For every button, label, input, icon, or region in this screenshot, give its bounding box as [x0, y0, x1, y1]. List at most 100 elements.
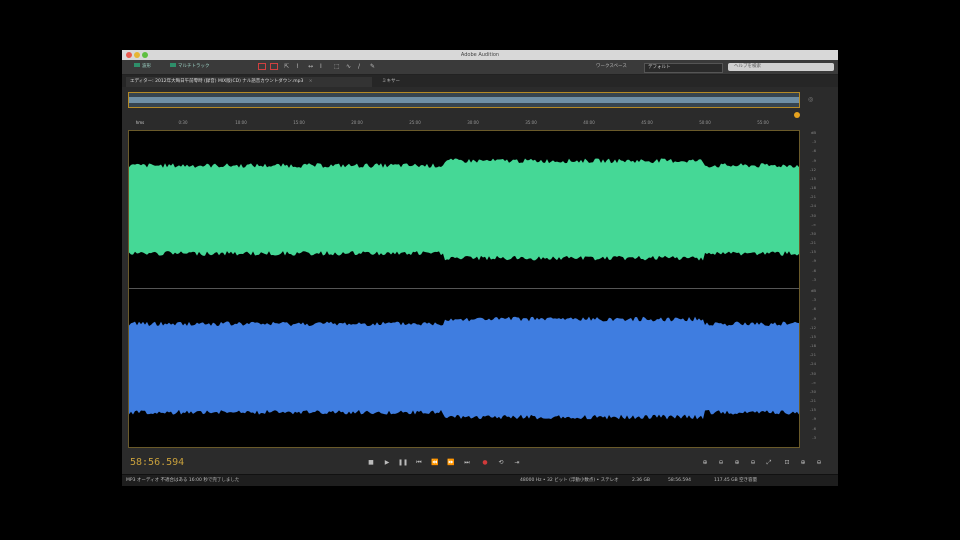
db-scale-label: -18 [809, 185, 816, 191]
db-scale-label: -21 [809, 352, 816, 358]
title-bar: Adobe Audition [122, 50, 838, 60]
brush-tool-icon[interactable]: / [358, 63, 366, 71]
right-channel-waveform [129, 294, 799, 442]
zoom-in-point-icon[interactable]: ⊕ [798, 458, 808, 467]
zoom-out-point-icon[interactable]: ⊖ [814, 458, 824, 467]
tab-close-icon[interactable]: × [309, 79, 313, 84]
status-message: MP3 オーディオ 不適合はある 16:00 秒で完了しました [126, 478, 240, 483]
multitrack-view-button[interactable]: マルチトラック [168, 63, 212, 71]
lasso-tool-icon[interactable]: ∿ [346, 63, 354, 71]
ruler-tick: 55:00 [757, 120, 769, 125]
help-search-input[interactable]: ヘルプを検索 [728, 63, 834, 71]
ruler-tick: 40:00 [583, 120, 595, 125]
db-scale-label: -24 [809, 203, 816, 209]
waveform-display[interactable] [128, 130, 800, 448]
overview-waveform [129, 97, 799, 103]
sample-format: 48000 Hz • 32 ビット (浮動小数点) • ステレオ [520, 478, 619, 483]
tab-editor-label: エディター: 2012年大晦日午前零時 (録音) MIX版(CD) ナル語音カウ… [130, 79, 304, 84]
file-duration: 58:56.594 [668, 478, 691, 483]
db-scale-label: -30 [809, 388, 816, 394]
waveform-label: 波形 [142, 64, 151, 69]
pause-button[interactable]: ❚❚ [398, 458, 408, 467]
db-scale-label: -9 [812, 416, 816, 422]
db-scale-label: -30 [809, 230, 816, 236]
db-scale-label: -3 [812, 434, 816, 440]
free-space: 117.45 GB 空き容量 [714, 478, 758, 483]
db-scale: dB -3 -6 -9 -12 -15 -18 -21 -24 -30 -∞ -30 -21 -15 -9 -… [800, 130, 818, 446]
go-to-start-button[interactable]: ⏮ [414, 458, 424, 467]
status-bar: MP3 オーディオ 不適合はある 16:00 秒で完了しました 48000 Hz… [122, 474, 838, 486]
stop-button[interactable]: ■ [366, 458, 376, 467]
zoom-navigator-icon[interactable]: ◎ [808, 96, 816, 104]
go-to-end-button[interactable]: ⏭ [462, 458, 472, 467]
waveform-body [129, 316, 799, 420]
db-scale-label: dB [810, 288, 816, 293]
db-scale-label: -9 [812, 258, 816, 264]
db-scale-label: -12 [809, 166, 816, 172]
db-scale-label: -30 [809, 370, 816, 376]
waveform-overview[interactable] [128, 92, 800, 108]
spectral-display-icon[interactable] [258, 63, 266, 70]
db-scale-label: -21 [809, 240, 816, 246]
db-scale-label: -3 [812, 297, 816, 303]
ruler-unit-label: hms [135, 120, 145, 125]
db-scale-label: -21 [809, 194, 816, 200]
tab-mixer[interactable]: ミキサー [378, 77, 404, 87]
time-selection-tool-icon[interactable]: I [320, 63, 328, 71]
record-button[interactable]: ● [480, 458, 490, 467]
db-scale-label: -15 [809, 249, 816, 255]
db-scale-label: -21 [809, 398, 816, 404]
db-scale-label: -3 [812, 276, 816, 282]
play-button[interactable]: ▶ [382, 458, 392, 467]
workspace-select[interactable]: デフォルト [644, 63, 723, 73]
zoom-in-amplitude-icon[interactable]: ⊕ [700, 458, 710, 467]
zoom-out-time-icon[interactable]: ⊖ [748, 458, 758, 467]
spot-healing-tool-icon[interactable]: ✎ [370, 63, 378, 71]
playhead-marker[interactable] [794, 112, 800, 118]
marquee-tool-icon[interactable]: ⬚ [334, 63, 342, 71]
db-scale-label: -15 [809, 175, 816, 181]
workspace-label: ワークスペース [596, 64, 627, 69]
db-scale-label: -∞ [811, 221, 816, 227]
fast-forward-button[interactable]: ⏩ [446, 458, 456, 467]
multitrack-label: マルチトラック [178, 64, 210, 69]
window-title: Adobe Audition [460, 52, 500, 58]
ruler-tick: 20:00 [351, 120, 363, 125]
db-scale-label: -∞ [811, 379, 816, 385]
ruler-tick: 0:30 [178, 120, 188, 125]
tab-bar: エディター: 2012年大晦日午前零時 (録音) MIX版(CD) ナル語音カウ… [122, 75, 838, 87]
db-scale-label: -24 [809, 361, 816, 367]
waveform-icon [134, 63, 140, 67]
tab-editor[interactable]: エディター: 2012年大晦日午前零時 (録音) MIX版(CD) ナル語音カウ… [126, 77, 372, 87]
skip-button[interactable]: ⇥ [512, 458, 522, 467]
zoom-in-time-icon[interactable]: ⊕ [732, 458, 742, 467]
move-tool-icon[interactable]: ⇱ [284, 63, 292, 71]
ruler-tick: 35:00 [525, 120, 537, 125]
left-channel-waveform [129, 136, 799, 283]
waveform-view-button[interactable]: 波形 [132, 63, 153, 71]
ruler-tick: 15:00 [293, 120, 305, 125]
razor-tool-icon[interactable]: ⌇ [296, 63, 304, 71]
db-scale-label: -18 [809, 343, 816, 349]
zoom-out-amplitude-icon[interactable]: ⊖ [716, 458, 726, 467]
ruler-tick: 45:00 [641, 120, 653, 125]
db-scale-label: -15 [809, 333, 816, 339]
db-scale-label: -9 [812, 315, 816, 321]
waveform-body [129, 158, 799, 261]
rewind-button[interactable]: ⏪ [430, 458, 440, 467]
loop-button[interactable]: ⟲ [496, 458, 506, 467]
toolbar: 波形 マルチトラック ⇱ ⌇ ↔ I ⬚ ∿ / ✎ ワークスペース デフォルト… [122, 60, 838, 75]
transport-bar: 58:56.594 ■ ▶ ❚❚ ⏮ ⏪ ⏩ ⏭ ● ⟲ ⇥ ⊕ ⊖ ⊕ ⊖ ⤢… [122, 452, 838, 472]
current-time-display[interactable]: 58:56.594 [130, 457, 184, 468]
pitch-display-icon[interactable] [270, 63, 278, 70]
ruler-tick: 30:00 [467, 120, 479, 125]
time-ruler[interactable]: hms 0:30 10:00 15:00 20:00 25:00 30:00 3… [128, 112, 798, 128]
zoom-selection-icon[interactable]: ⊡ [782, 458, 792, 467]
db-scale-label: -6 [812, 267, 816, 273]
zoom-full-icon[interactable]: ⤢ [764, 458, 774, 467]
app-window: Adobe Audition 波形 マルチトラック ⇱ ⌇ ↔ I ⬚ ∿ / … [122, 50, 838, 486]
slip-tool-icon[interactable]: ↔ [308, 63, 316, 71]
ruler-tick: 10:00 [235, 120, 247, 125]
db-scale-label: -6 [812, 306, 816, 312]
db-scale-label: -9 [812, 157, 816, 163]
